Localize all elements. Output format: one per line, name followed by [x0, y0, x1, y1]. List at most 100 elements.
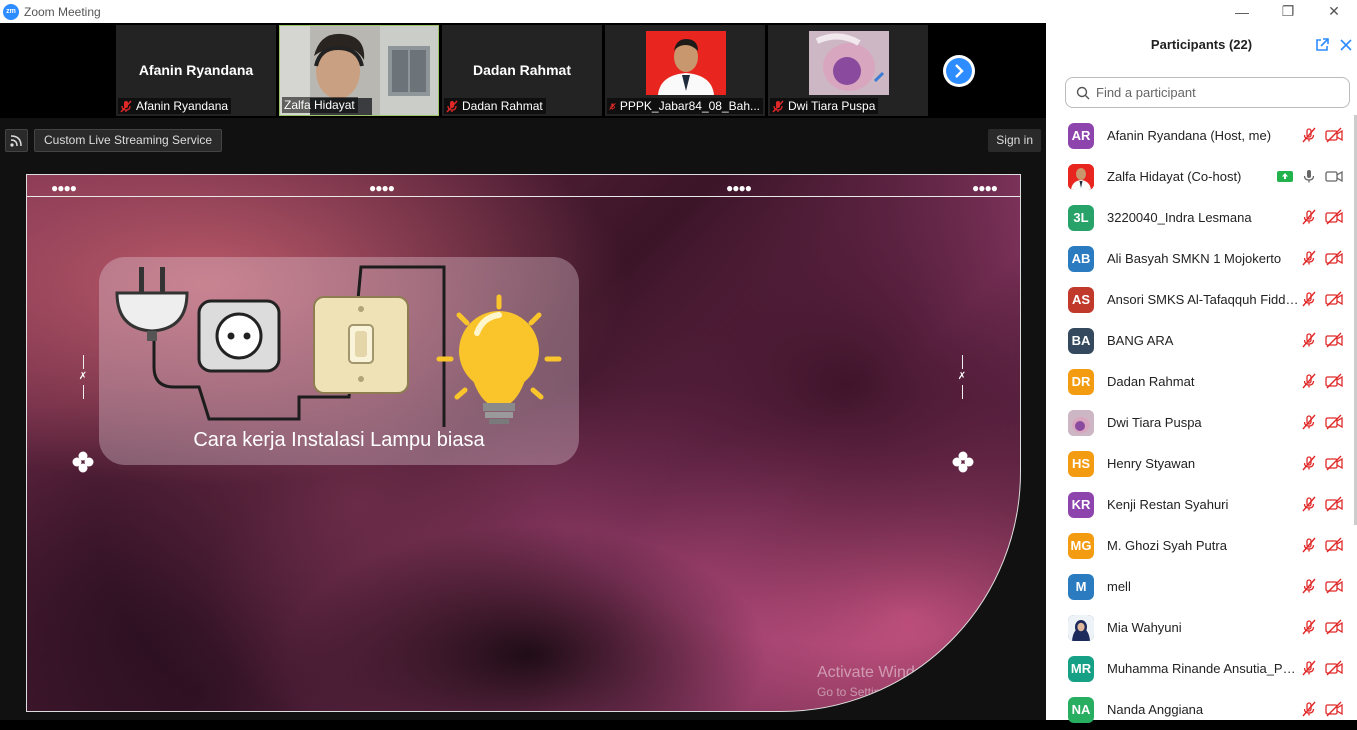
- video-off-icon[interactable]: [1325, 127, 1343, 143]
- participant-row[interactable]: NA Nanda Anggiana: [1046, 689, 1357, 730]
- flower-ornament-icon: [72, 451, 94, 473]
- meeting-video-area: Afanin Ryandana Afanin Ryandana Zalfa Hi…: [0, 23, 1046, 720]
- participant-row[interactable]: AR Afanin Ryandana (Host, me): [1046, 115, 1357, 156]
- mic-muted-icon[interactable]: [1301, 414, 1317, 430]
- dots-ornament-icon: ●●●●: [726, 181, 752, 195]
- participant-avatar: MG: [1068, 532, 1094, 559]
- video-off-icon[interactable]: [1325, 332, 1343, 348]
- participant-avatar: AR: [1068, 122, 1094, 149]
- live-stream-icon[interactable]: [5, 129, 28, 152]
- title-bar: zm Zoom Meeting — ❐ ✕: [0, 0, 1357, 23]
- video-off-icon[interactable]: [1325, 291, 1343, 307]
- video-off-icon[interactable]: [1325, 701, 1343, 717]
- participant-row[interactable]: AB Ali Basyah SMKN 1 Mojokerto: [1046, 238, 1357, 279]
- participant-status-icons: [1301, 414, 1343, 430]
- flower-ornament-icon: [952, 451, 974, 473]
- close-button[interactable]: ✕: [1311, 0, 1357, 23]
- mic-muted-icon[interactable]: [1301, 578, 1317, 594]
- participant-name: Henry Styawan: [1107, 456, 1196, 471]
- mic-muted-icon[interactable]: [1301, 619, 1317, 635]
- participant-row[interactable]: MG M. Ghozi Syah Putra: [1046, 525, 1357, 566]
- video-tile-pppk[interactable]: PPPK_Jabar84_08_Bah...: [605, 25, 765, 116]
- video-on-icon[interactable]: [1325, 168, 1343, 184]
- mic-on-icon[interactable]: [1301, 168, 1317, 184]
- video-off-icon[interactable]: [1325, 455, 1343, 471]
- participant-avatar: AB: [1068, 245, 1094, 272]
- participant-avatar: M: [1068, 573, 1094, 600]
- participant-search-input[interactable]: [1096, 85, 1326, 100]
- participant-status-icons: [1301, 619, 1343, 635]
- participant-name: Afanin Ryandana (Host, me): [1107, 128, 1272, 143]
- participant-row[interactable]: Zalfa Hidayat (Co-host): [1046, 156, 1357, 197]
- participant-row[interactable]: Mia Wahyuni: [1046, 607, 1357, 648]
- mic-muted-icon[interactable]: [1301, 332, 1317, 348]
- video-tile-dadan[interactable]: Dadan Rahmat Dadan Rahmat: [442, 25, 602, 116]
- participant-status-icons: [1301, 332, 1343, 348]
- participant-row[interactable]: BA BANG ARA: [1046, 320, 1357, 361]
- participant-row[interactable]: MR Muhamma Rinande Ansutia_PP...: [1046, 648, 1357, 689]
- tile-label-text: Afanin Ryandana: [136, 99, 229, 113]
- mic-muted-icon[interactable]: [1301, 496, 1317, 512]
- mic-muted-icon[interactable]: [1301, 701, 1317, 717]
- mic-muted-icon[interactable]: [1301, 537, 1317, 553]
- participant-avatar: [1068, 614, 1094, 641]
- slide-divider-line: [27, 196, 1020, 197]
- mic-muted-icon[interactable]: [1301, 250, 1317, 266]
- participant-row[interactable]: 3L 3220040_Indra Lesmana: [1046, 197, 1357, 238]
- mic-muted-icon[interactable]: [1301, 209, 1317, 225]
- video-off-icon[interactable]: [1325, 209, 1343, 225]
- participant-name: BANG ARA: [1107, 333, 1174, 348]
- restore-button[interactable]: ❐: [1265, 0, 1311, 23]
- participant-status-icons: [1277, 168, 1343, 184]
- participant-row[interactable]: DR Dadan Rahmat: [1046, 361, 1357, 402]
- sign-in-button[interactable]: Sign in: [988, 129, 1041, 152]
- video-off-icon[interactable]: [1325, 578, 1343, 594]
- minimize-button[interactable]: —: [1219, 0, 1265, 23]
- window-controls: — ❐ ✕: [1219, 0, 1357, 23]
- participant-name: 3220040_Indra Lesmana: [1107, 210, 1252, 225]
- video-off-icon[interactable]: [1325, 496, 1343, 512]
- video-tile-zalfa[interactable]: Zalfa Hidayat: [279, 25, 439, 116]
- video-off-icon[interactable]: [1325, 660, 1343, 676]
- participant-row[interactable]: HS Henry Styawan: [1046, 443, 1357, 484]
- profile-photo-image: [809, 31, 889, 95]
- close-panel-icon[interactable]: [1338, 37, 1354, 53]
- tile-display-name: Afanin Ryandana: [138, 62, 254, 78]
- popout-icon[interactable]: [1314, 37, 1330, 53]
- participant-search-box[interactable]: [1065, 77, 1350, 108]
- live-streaming-service-button[interactable]: Custom Live Streaming Service: [34, 129, 223, 152]
- video-off-icon[interactable]: [1325, 537, 1343, 553]
- participant-row[interactable]: KR Kenji Restan Syahuri: [1046, 484, 1357, 525]
- video-tile-dwi[interactable]: Dwi Tiara Puspa: [768, 25, 928, 116]
- mic-muted-icon[interactable]: [1301, 373, 1317, 389]
- video-off-icon[interactable]: [1325, 414, 1343, 430]
- activate-windows-watermark: Activate Windows Go to Settings to activ…: [817, 664, 1006, 699]
- video-tile-afanin[interactable]: Afanin Ryandana Afanin Ryandana: [116, 25, 276, 116]
- next-page-button[interactable]: [943, 55, 975, 87]
- participant-status-icons: [1301, 209, 1343, 225]
- mic-muted-icon: [772, 99, 784, 113]
- participant-name: Kenji Restan Syahuri: [1107, 497, 1229, 512]
- participant-row[interactable]: Mmell: [1046, 566, 1357, 607]
- video-off-icon[interactable]: [1325, 250, 1343, 266]
- participant-name: Muhamma Rinande Ansutia_PP...: [1107, 661, 1299, 676]
- mic-muted-icon[interactable]: [1301, 291, 1317, 307]
- tile-name-label: Dwi Tiara Puspa: [770, 98, 879, 114]
- tile-name-label: Afanin Ryandana: [118, 98, 232, 114]
- participant-status-icons: [1301, 578, 1343, 594]
- tile-label-text: Dadan Rahmat: [462, 99, 543, 113]
- participant-status-icons: [1301, 291, 1343, 307]
- mic-muted-icon: [609, 102, 616, 110]
- mic-muted-icon[interactable]: [1301, 127, 1317, 143]
- video-off-icon[interactable]: [1325, 373, 1343, 389]
- window-title: Zoom Meeting: [24, 4, 101, 19]
- participant-row[interactable]: Dwi Tiara Puspa: [1046, 402, 1357, 443]
- participant-row[interactable]: AS Ansori SMKS Al-Tafaqquh Fiddi...: [1046, 279, 1357, 320]
- participant-avatar: KR: [1068, 491, 1094, 518]
- participant-name: Dadan Rahmat: [1107, 374, 1195, 389]
- participant-avatar: NA: [1068, 696, 1094, 723]
- participant-name: Dwi Tiara Puspa: [1107, 415, 1202, 430]
- mic-muted-icon[interactable]: [1301, 455, 1317, 471]
- video-off-icon[interactable]: [1325, 619, 1343, 635]
- mic-muted-icon[interactable]: [1301, 660, 1317, 676]
